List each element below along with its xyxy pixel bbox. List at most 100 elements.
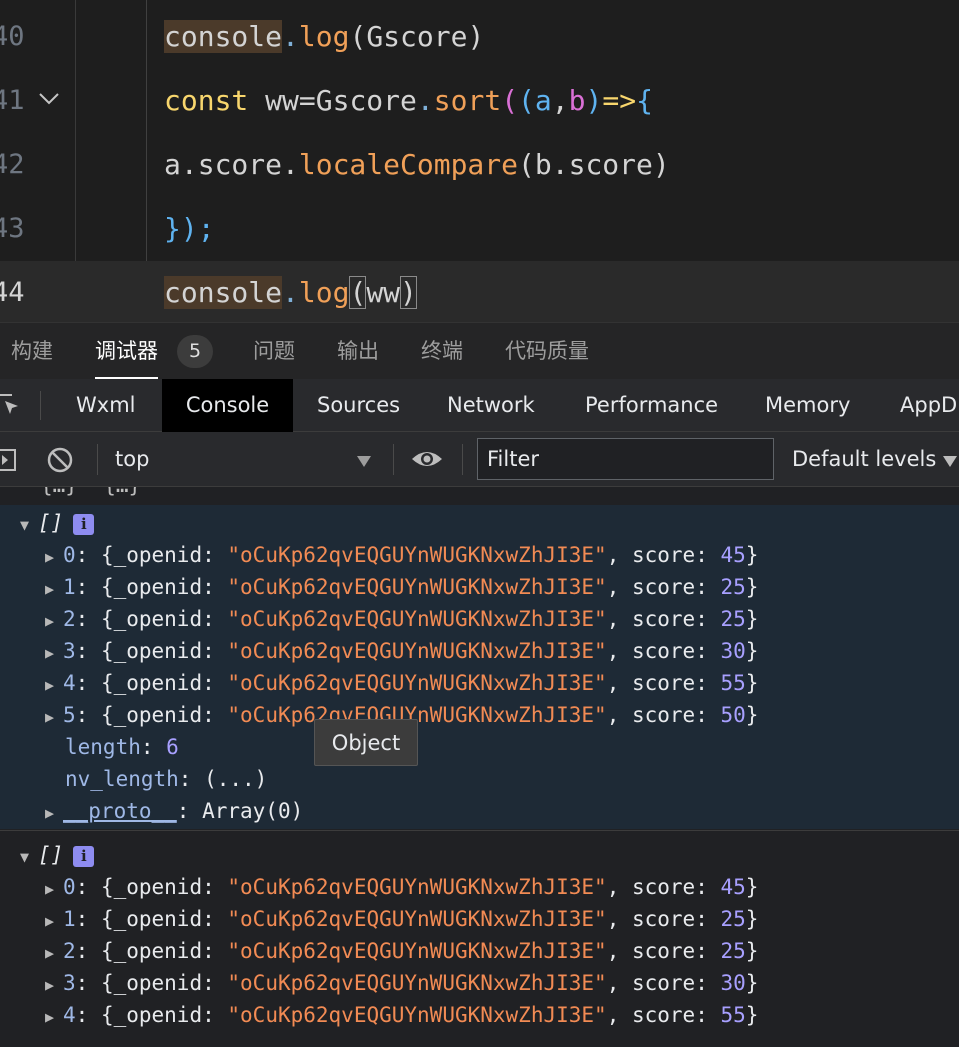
expand-triangle-icon[interactable]: ▼ xyxy=(20,841,38,873)
collapse-triangle-icon[interactable]: ▶ xyxy=(45,701,63,733)
tab-debugger[interactable]: 调试器 xyxy=(95,323,158,380)
chevron-down-icon[interactable] xyxy=(38,89,60,109)
close-brace: } xyxy=(745,639,759,663)
length-value: 6 xyxy=(166,735,179,759)
log-levels-dropdown[interactable]: Default levels xyxy=(792,432,936,487)
list-item[interactable]: ▶ 3: {_openid: "oCuKp62qvEQGUYnWUGKNxwZhJ… xyxy=(45,635,758,667)
openid-value: "oCuKp62qvEQGUYnWUGKNxwZhJI3E" xyxy=(227,639,607,663)
nv-length-property[interactable]: nv_length: (...) xyxy=(65,763,267,795)
sidebar-toggle-icon[interactable] xyxy=(0,449,16,475)
list-item[interactable]: ▶ 2: {_openid: "oCuKp62qvEQGUYnWUGKNxwZhJ… xyxy=(45,603,758,635)
tab-network[interactable]: Network xyxy=(447,379,535,432)
code-token: ww xyxy=(366,276,401,309)
toolbar-divider xyxy=(97,444,98,475)
collapse-triangle-icon[interactable]: ▶ xyxy=(45,637,63,669)
tab-code-quality[interactable]: 代码质量 xyxy=(505,323,589,380)
openid-value: "oCuKp62qvEQGUYnWUGKNxwZhJI3E" xyxy=(227,971,607,995)
collapse-triangle-icon[interactable]: ▶ xyxy=(45,937,63,969)
code-line-44[interactable]: 44 console.log(ww) xyxy=(0,261,959,322)
array-label: [] xyxy=(38,511,64,535)
tab-build[interactable]: 构建 xyxy=(11,323,53,380)
inspect-element-icon[interactable] xyxy=(0,392,22,418)
console-message[interactable]: ▼[] i ▶ 0: {_openid: "oCuKp62qvEQGUYnWUGKN… xyxy=(0,837,959,1047)
tab-output[interactable]: 输出 xyxy=(337,323,379,380)
code-token: ) xyxy=(400,276,417,309)
collapse-triangle-icon[interactable]: ▶ xyxy=(45,905,63,937)
proto-value: Array(0) xyxy=(202,799,304,823)
expand-triangle-icon[interactable]: ▼ xyxy=(20,509,38,541)
tab-appdata[interactable]: AppD xyxy=(900,379,957,432)
item-index: 0 xyxy=(63,543,76,567)
openid-value: "oCuKp62qvEQGUYnWUGKNxwZhJI3E" xyxy=(227,875,607,899)
collapse-triangle-icon[interactable]: ▶ xyxy=(45,573,63,605)
filter-input[interactable] xyxy=(478,439,773,479)
collapse-triangle-icon[interactable]: ▶ xyxy=(45,797,63,829)
item-prefix: {_openid: xyxy=(100,575,228,599)
tab-console[interactable]: Console xyxy=(162,379,293,432)
line-number: 44 xyxy=(0,277,25,308)
collapse-triangle-icon[interactable]: ▶ xyxy=(45,1001,63,1033)
console-output[interactable]: {…} {…} ▼[]i ▶0: {_openid: "oCuKp62qvEQG… xyxy=(0,487,959,1047)
line-number: 43 xyxy=(0,213,25,244)
tab-wxml[interactable]: Wxml xyxy=(76,379,135,432)
list-item[interactable]: ▶ 0: {_openid: "oCuKp62qvEQGUYnWUGKNxwZhJ… xyxy=(45,871,758,903)
code-line-43[interactable]: 43 }); xyxy=(0,197,959,261)
tab-performance[interactable]: Performance xyxy=(585,379,718,432)
score-value: 45 xyxy=(720,875,746,899)
item-index: 0 xyxy=(63,875,76,899)
dropdown-arrow-icon[interactable] xyxy=(357,453,371,472)
nv-length-key: nv_length xyxy=(65,767,179,791)
context-selector[interactable]: top xyxy=(115,432,149,487)
code-editor[interactable]: 40 console.log(Gscore) 41 const ww=Gscor… xyxy=(0,0,959,322)
code-token: ( xyxy=(349,276,367,309)
proto-property[interactable]: ▶ __proto__: Array(0) xyxy=(45,795,303,827)
list-item[interactable]: ▶ 3: {_openid: "oCuKp62qvEQGUYnWUGKNxwZhJ… xyxy=(45,967,758,999)
code-text: a.score.localeCompare(b.score) xyxy=(164,133,670,197)
eye-icon[interactable] xyxy=(410,447,444,475)
tab-problems[interactable]: 问题 xyxy=(253,323,295,380)
tab-terminal[interactable]: 终端 xyxy=(421,323,463,380)
close-brace: } xyxy=(745,971,759,995)
toolbar-divider xyxy=(40,391,41,420)
code-token: ww= xyxy=(248,84,316,117)
list-item[interactable]: ▶ 0: {_openid: "oCuKp62qvEQGUYnWUGKNxwZhJ… xyxy=(45,539,758,571)
score-key: , score: xyxy=(606,671,721,695)
list-item[interactable]: ▶ 4: {_openid: "oCuKp62qvEQGUYnWUGKNxwZhJ… xyxy=(45,999,758,1031)
score-key: , score: xyxy=(606,1003,721,1027)
collapse-triangle-icon[interactable]: ▶ xyxy=(45,541,63,573)
item-prefix: {_openid: xyxy=(100,971,228,995)
item-index: 2 xyxy=(63,607,76,631)
code-token: localeCompare xyxy=(298,148,519,181)
collapse-triangle-icon[interactable]: ▶ xyxy=(45,873,63,905)
clear-console-icon[interactable] xyxy=(46,446,74,478)
score-value: 25 xyxy=(720,907,746,931)
code-line-42[interactable]: 42 a.score.localeCompare(b.score) xyxy=(0,133,959,197)
tab-memory[interactable]: Memory xyxy=(765,379,850,432)
info-icon[interactable]: i xyxy=(73,513,95,535)
item-index: 3 xyxy=(63,971,76,995)
list-item[interactable]: ▶ 1: {_openid: "oCuKp62qvEQGUYnWUGKNxwZhJ… xyxy=(45,903,758,935)
close-brace: } xyxy=(745,671,759,695)
code-text: console.log(Gscore) xyxy=(164,5,484,69)
devtools-tab-bar: Wxml Console Sources Network Performance… xyxy=(0,379,959,432)
array-header[interactable]: ▼[] i xyxy=(20,507,95,541)
score-key: , score: xyxy=(606,639,721,663)
list-item[interactable]: ▶ 1: {_openid: "oCuKp62qvEQGUYnWUGKNxwZhJ… xyxy=(45,571,758,603)
collapse-triangle-icon[interactable]: ▶ xyxy=(45,605,63,637)
openid-value: "oCuKp62qvEQGUYnWUGKNxwZhJI3E" xyxy=(227,671,607,695)
list-item[interactable]: ▶ 4: {_openid: "oCuKp62qvEQGUYnWUGKNxwZhJ… xyxy=(45,667,758,699)
score-value: 25 xyxy=(720,607,746,631)
collapse-triangle-icon[interactable]: ▶ xyxy=(45,669,63,701)
info-icon[interactable]: i xyxy=(73,845,95,867)
levels-dropdown-arrow-icon[interactable] xyxy=(943,453,957,472)
array-header[interactable]: ▼[] i xyxy=(20,839,95,873)
filter-input-box[interactable] xyxy=(477,438,774,480)
item-index: 2 xyxy=(63,939,76,963)
collapse-triangle-icon[interactable]: ▶ xyxy=(45,969,63,1001)
code-line-40[interactable]: 40 console.log(Gscore) xyxy=(0,5,959,69)
tab-sources[interactable]: Sources xyxy=(317,379,400,432)
list-item[interactable]: ▶ 2: {_openid: "oCuKp62qvEQGUYnWUGKNxwZhJ… xyxy=(45,935,758,967)
console-message[interactable]: ▼[] i ▶ 0: {_openid: "oCuKp62qvEQGUYnWUGKN… xyxy=(0,505,959,829)
nv-length-value[interactable]: (...) xyxy=(204,767,267,791)
code-line-41[interactable]: 41 const ww=Gscore.sort((a,b)=>{ xyxy=(0,69,959,133)
